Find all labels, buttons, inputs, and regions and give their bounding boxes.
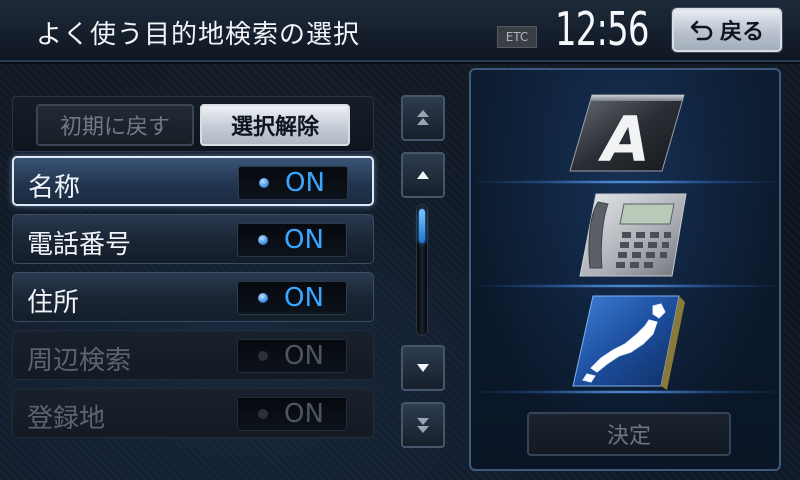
- preview-phone-slot: [475, 184, 779, 288]
- slot-separator: [475, 390, 779, 394]
- list-item-address[interactable]: 住所 ON: [12, 272, 374, 322]
- clock: 12:56: [555, 2, 650, 56]
- letter-a-icon: A: [569, 94, 685, 176]
- list-item-phone[interactable]: 電話番号 ON: [12, 214, 374, 264]
- toggle-label: ON: [284, 225, 324, 255]
- list-item-name[interactable]: 名称 ON: [12, 156, 374, 206]
- arrow-up-icon: [417, 171, 429, 179]
- list-item-nearby-search: 周辺検索 ON: [12, 330, 374, 380]
- clear-selection-button[interactable]: 選択解除: [200, 104, 350, 146]
- toggle-label: ON: [284, 399, 324, 429]
- indicator-dot-icon: [258, 351, 268, 361]
- japan-map-icon: [572, 295, 685, 390]
- toggle-label: ON: [284, 283, 324, 313]
- slot-separator: [475, 284, 779, 288]
- preview-name-slot: A: [475, 80, 779, 184]
- scrollbar-track[interactable]: [416, 204, 428, 336]
- page-down-button[interactable]: [401, 402, 445, 448]
- page-down-icon: [417, 418, 429, 433]
- back-button[interactable]: 戻る: [672, 8, 782, 52]
- page-up-button[interactable]: [401, 95, 445, 141]
- decide-button[interactable]: 決定: [527, 412, 731, 456]
- indicator-dot-icon: [258, 235, 268, 245]
- list-item-label: 住所: [27, 288, 80, 318]
- scrollbar-thumb[interactable]: [419, 209, 425, 243]
- reset-defaults-button[interactable]: 初期に戻す: [36, 104, 194, 146]
- on-toggle[interactable]: ON: [237, 223, 347, 257]
- toggle-label: ON: [285, 168, 325, 198]
- scroll-up-button[interactable]: [401, 152, 445, 198]
- list-item-label: 登録地: [27, 404, 106, 434]
- indicator-dot-icon: [259, 178, 269, 188]
- search-preview-panel: A 決定: [469, 68, 781, 471]
- preview-address-slot: [475, 290, 779, 394]
- telephone-icon: [579, 193, 687, 277]
- list-item-label: 周辺検索: [27, 346, 132, 376]
- page-up-icon: [417, 110, 429, 125]
- arrow-down-icon: [417, 364, 429, 372]
- etc-indicator: ETC: [497, 26, 537, 48]
- svg-text:A: A: [597, 103, 650, 176]
- return-arrow-icon: [690, 20, 713, 41]
- list-item-label: 名称: [28, 173, 81, 203]
- header-bar: よく使う目的地検索の選択 ETC 12:56 戻る: [0, 0, 800, 62]
- list-item-label: 電話番号: [27, 230, 132, 260]
- page-title: よく使う目的地検索の選択: [36, 20, 361, 50]
- back-button-label: 戻る: [719, 20, 764, 45]
- indicator-dot-icon: [258, 293, 268, 303]
- indicator-dot-icon: [258, 409, 268, 419]
- on-toggle[interactable]: ON: [237, 281, 347, 315]
- navigation-screen: よく使う目的地検索の選択 ETC 12:56 戻る 初期に戻す 選択解除 名称 …: [0, 0, 800, 480]
- on-toggle[interactable]: ON: [238, 166, 348, 200]
- list-item-registered-places: 登録地 ON: [12, 388, 374, 438]
- toggle-label: ON: [284, 341, 324, 371]
- on-toggle: ON: [237, 339, 347, 373]
- on-toggle: ON: [237, 397, 347, 431]
- scroll-down-button[interactable]: [401, 345, 445, 391]
